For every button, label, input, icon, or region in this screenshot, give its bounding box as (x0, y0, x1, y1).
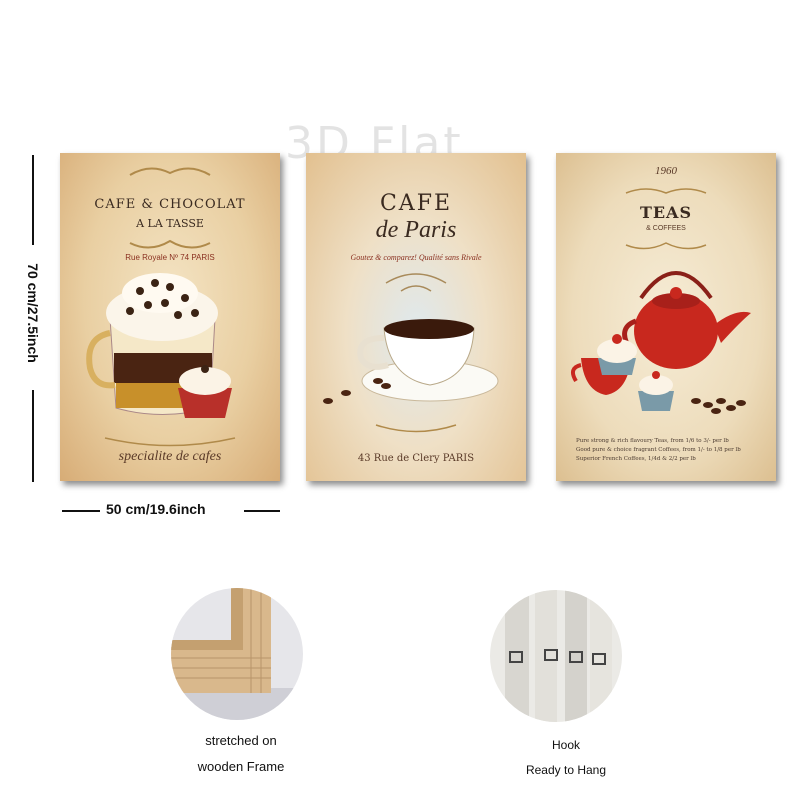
hook-caption-line1: Hook (551, 738, 580, 752)
panel3-menu-line: Good pure & choice fragrant Coffees, fro… (576, 447, 741, 453)
wooden-frame-icon (171, 588, 303, 720)
panel2-footer: 43 Rue de Clery PARIS (357, 453, 475, 464)
hook-icon (505, 590, 612, 722)
width-dimension: 50 cm/19.6inch (62, 500, 280, 520)
panel1-footer: specialite de cafes (118, 449, 222, 464)
panel3-subtitle: & COFFEES (646, 225, 686, 232)
panel2-tagline: Goutez & comparez! Qualité sans Rivale (350, 253, 482, 262)
panel1-title-line2: A LA TASSE (136, 217, 204, 230)
panel3-menu: Pure strong & rich flavoury Teas, from 1… (576, 437, 762, 464)
canvas-panel-chocolat: CAFE & CHOCOLAT A LA TASSE Rue Royale Nº… (60, 153, 280, 481)
panel1-address: Rue Royale Nº 74 PARIS (125, 253, 215, 262)
panel3-menu-line: Superior French Coffees, 1/4d & 2/2 per … (576, 456, 696, 462)
height-dimension-line-top (32, 155, 34, 245)
wooden-frame-photo (171, 588, 303, 720)
panel1-title-line1: CAFE & CHOCOLAT (94, 197, 246, 212)
width-dimension-line-left (62, 510, 100, 512)
height-dimension: 70 cm/27.5inch (18, 155, 48, 483)
height-dimension-line-bottom (32, 390, 34, 482)
hook-caption-line2: Ready to Hang (525, 763, 607, 777)
panel2-title-line1: CAFE (379, 191, 453, 216)
canvas-panel-cafe-paris: CAFE de Paris Goutez & comparez! Qualité… (306, 153, 526, 481)
frame-caption-line1: stretched on (205, 733, 277, 748)
frame-caption-line2: wooden Frame (197, 759, 285, 774)
width-dimension-line-right (244, 510, 280, 512)
panel3-menu-line: Pure strong & rich flavoury Teas, from 1… (576, 438, 729, 444)
panel3-year: 1960 (655, 165, 677, 177)
height-label: 70 cm/27.5inch (25, 263, 41, 363)
panel3-title: TEAS (639, 203, 693, 222)
hook-photo (490, 590, 622, 722)
canvas-panel-teas: 1960 TEAS & COFFEES Pure strong & rich f… (556, 153, 776, 481)
width-label: 50 cm/19.6inch (106, 501, 206, 517)
panel2-title-line2: de Paris (375, 217, 457, 243)
